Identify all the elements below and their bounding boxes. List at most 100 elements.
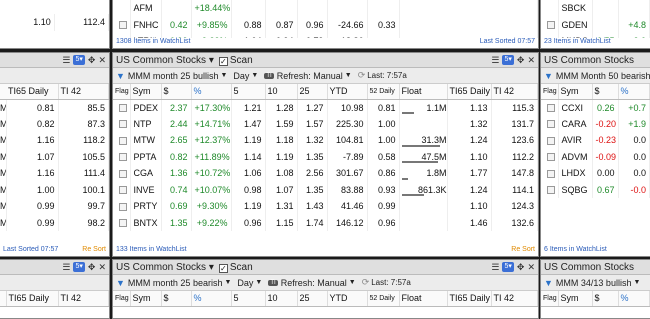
col-header[interactable]: $	[592, 291, 619, 307]
watchlist-title[interactable]: US Common Stocks	[544, 262, 647, 273]
col-header[interactable]: Flag	[113, 291, 131, 307]
link-icon[interactable]: 5▾	[73, 262, 85, 272]
menu-icon[interactable]: ☰	[62, 55, 70, 66]
menu-icon[interactable]: ☰	[62, 262, 70, 273]
dropdown-icon[interactable]: ▾	[209, 262, 214, 273]
table-row[interactable]: SQBG 0.67 -0.0	[541, 181, 650, 198]
col-header[interactable]: 52 Daily	[367, 291, 400, 307]
table-row[interactable]: BNTX 1.35 +9.22% 0.96 1.15 1.74 146.12 0.96 1.46…	[113, 214, 538, 231]
col-header[interactable]: Float	[399, 291, 448, 307]
flag-icon[interactable]	[118, 169, 127, 178]
link-icon[interactable]: 5▾	[502, 55, 514, 65]
table-row[interactable]: M1.16118.2	[0, 132, 109, 149]
flag-icon[interactable]	[546, 104, 555, 113]
col-header[interactable]: TI 42	[491, 291, 538, 307]
table-row[interactable]: PDEX 2.37 +17.30% 1.21 1.28 1.27 10.98 0.81 1.1M…	[113, 99, 538, 116]
table-row[interactable]: 1.10 112.4	[0, 14, 109, 31]
col-header[interactable]: 10	[265, 291, 298, 307]
col-header[interactable]: 25	[297, 84, 328, 100]
col-header[interactable]: Float	[399, 84, 448, 100]
resort-link[interactable]: Re Sort	[511, 246, 535, 256]
col-header[interactable]: $	[161, 291, 192, 307]
table-row[interactable]: CCXI 0.26 +0.7	[541, 99, 650, 116]
col-header[interactable]: TI 42	[58, 291, 109, 307]
resort-link[interactable]: Re Sort	[82, 246, 106, 256]
refresh-select[interactable]: Refresh: Manual	[277, 71, 343, 81]
scan-checkbox[interactable]: ✓	[218, 56, 228, 66]
filter-select[interactable]: MMM Month 50 bearish	[556, 71, 650, 81]
col-header[interactable]: Flag	[113, 84, 131, 100]
move-icon[interactable]: ✥	[88, 262, 96, 273]
filter-select[interactable]: MMM month 25 bearish	[128, 278, 223, 288]
flag-icon[interactable]	[546, 120, 555, 129]
col-header[interactable]: $	[592, 84, 619, 100]
table-row[interactable]: AVIR -0.23 0.0	[541, 132, 650, 149]
flag-icon[interactable]	[546, 21, 555, 30]
refresh-icon[interactable]: TI	[268, 279, 278, 286]
table-row[interactable]: M0.8185.5	[0, 99, 109, 116]
watchlist-title[interactable]: US Common Stocks	[116, 262, 206, 273]
period-select[interactable]: Day	[237, 278, 253, 288]
col-header[interactable]: Sym	[558, 291, 593, 307]
flag-icon[interactable]	[118, 104, 127, 113]
watchlist-title[interactable]: US Common Stocks	[544, 55, 647, 66]
chevron-down-icon[interactable]: ▼	[349, 279, 356, 286]
table-row[interactable]: CARA -0.20 +1.9	[541, 115, 650, 132]
close-icon[interactable]: ✕	[527, 262, 535, 273]
move-icon[interactable]: ✥	[517, 55, 525, 66]
col-header[interactable]: TI65 Daily	[447, 291, 492, 307]
col-header[interactable]: TI65 Daily	[6, 291, 59, 307]
filter-icon[interactable]: ▼	[116, 278, 125, 288]
filter-select[interactable]: MMM month 25 bullish	[128, 71, 219, 81]
col-header[interactable]: TI 42	[491, 84, 538, 100]
table-row[interactable]: CGA 1.36 +10.72% 1.06 1.08 2.56 301.67 0.86 1.8M…	[113, 165, 538, 182]
table-row[interactable]: INVE 0.74 +10.07% 0.98 1.07 1.35 83.88 0.93 861.…	[113, 181, 538, 198]
move-icon[interactable]: ✥	[517, 262, 525, 273]
table-row[interactable]: GDEN +4.8	[541, 16, 650, 33]
col-header[interactable]: 10	[265, 84, 298, 100]
table-row[interactable]: SBCK	[541, 0, 650, 17]
chevron-down-icon[interactable]: ▼	[224, 279, 231, 286]
table-row[interactable]: FNHC 0.42 +9.85% 0.88 0.87 0.96 -24.66 0.33	[113, 16, 538, 33]
flag-icon[interactable]	[546, 169, 555, 178]
table-row[interactable]: M1.16111.4	[0, 165, 109, 182]
table-row[interactable]: AFM +18.44%	[113, 0, 538, 17]
close-icon[interactable]: ✕	[98, 55, 106, 66]
flag-icon[interactable]	[546, 186, 555, 195]
col-header[interactable]: YTD	[327, 291, 368, 307]
link-icon[interactable]: 5▾	[73, 55, 85, 65]
col-header[interactable]: Sym	[130, 84, 162, 100]
flag-icon[interactable]	[118, 21, 127, 30]
col-header[interactable]: YTD	[327, 84, 368, 100]
filter-icon[interactable]: ▼	[544, 278, 553, 288]
col-header[interactable]: TI65 Daily	[6, 84, 59, 100]
table-row[interactable]: MTW 2.65 +12.37% 1.19 1.18 1.32 104.81 1.00 31.3…	[113, 132, 538, 149]
col-header[interactable]: Sym	[558, 84, 593, 100]
flag-icon[interactable]	[118, 120, 127, 129]
col-header[interactable]: Flag	[541, 84, 559, 100]
chevron-down-icon[interactable]: ▼	[220, 72, 227, 79]
col-header[interactable]: Sym	[130, 291, 162, 307]
col-header[interactable]: TI 42	[58, 84, 109, 100]
flag-icon[interactable]	[118, 219, 127, 228]
col-header[interactable]: 52 Daily	[367, 84, 400, 100]
chevron-down-icon[interactable]: ▼	[255, 279, 262, 286]
menu-icon[interactable]: ☰	[491, 262, 499, 273]
chevron-down-icon[interactable]: ▼	[633, 279, 640, 286]
table-row[interactable]: M1.00100.1	[0, 181, 109, 198]
period-select[interactable]: Day	[233, 71, 249, 81]
col-header[interactable]: $	[161, 84, 192, 100]
col-header[interactable]: %	[191, 291, 232, 307]
col-header[interactable]: %	[191, 84, 232, 100]
clock-icon[interactable]: ⟳	[362, 277, 370, 288]
move-icon[interactable]: ✥	[88, 55, 96, 66]
flag-icon[interactable]	[546, 153, 555, 162]
flag-icon[interactable]	[118, 186, 127, 195]
table-row[interactable]: M0.9998.2	[0, 214, 109, 231]
dropdown-icon[interactable]: ▾	[209, 55, 214, 66]
table-row[interactable]: PRTY 0.69 +9.30% 1.19 1.31 1.43 41.46 0.99 1.10 1…	[113, 198, 538, 215]
col-header[interactable]: %	[618, 84, 650, 100]
flag-icon[interactable]	[118, 153, 127, 162]
table-row[interactable]: LHDX 0.00 0.0	[541, 165, 650, 182]
table-row[interactable]: M0.8287.3	[0, 115, 109, 132]
